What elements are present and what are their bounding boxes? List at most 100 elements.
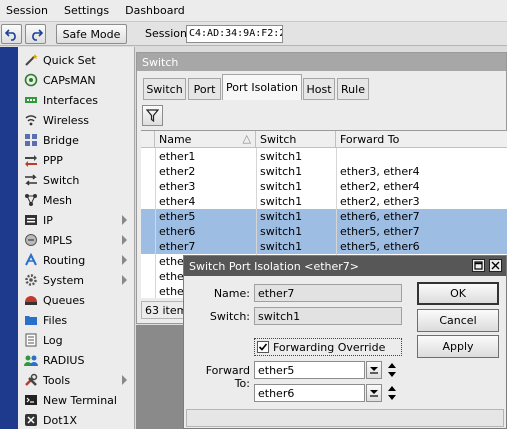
filter-button[interactable] (142, 105, 163, 126)
sidebar-item-log[interactable]: Log (18, 330, 135, 350)
mesh-icon (23, 192, 39, 208)
table-cell-name: ether2 (159, 165, 196, 178)
sidebar-item-switch[interactable]: Switch (18, 170, 135, 190)
table-cell-forward-to: ether2, ether3 (340, 195, 420, 208)
session-field[interactable]: C4:AD:34:9A:F2:26 (186, 25, 283, 43)
forward-to-dropdown-button-1[interactable] (366, 361, 382, 379)
switch-label: Switch: (209, 310, 250, 323)
table-cell-switch: switch1 (260, 180, 303, 193)
submenu-arrow-icon (122, 255, 127, 265)
tab-label: Host (306, 82, 332, 96)
tab-port[interactable]: Port (188, 78, 221, 100)
sidebar-item-label: Queues (43, 293, 85, 307)
table-cell-forward-to (336, 149, 507, 164)
switch-icon (23, 172, 39, 188)
button-label: Cancel (439, 314, 477, 327)
tab-switch[interactable]: Switch (143, 78, 186, 100)
sidebar-item-interfaces[interactable]: Interfaces (18, 90, 135, 110)
apply-button[interactable]: Apply (417, 335, 499, 358)
undo-button[interactable] (1, 24, 22, 44)
safe-mode-button[interactable]: Safe Mode (56, 24, 127, 44)
menu-settings[interactable]: Settings (64, 4, 109, 17)
sidebar: Quick Set CAPsMAN Interfaces Wireless Br… (18, 47, 135, 429)
up-down-arrows-icon (388, 386, 396, 400)
sidebar-item-label: Quick Set (43, 53, 96, 67)
forward-to-label: Forward To: (205, 364, 250, 390)
sidebar-item-label: Bridge (43, 133, 79, 147)
forward-to-select-1[interactable]: ether5 (254, 361, 365, 379)
column-header-forward-to[interactable]: Forward To (336, 131, 507, 148)
sidebar-item-new-terminal[interactable]: New Terminal (18, 390, 135, 410)
dialog-title-text: Switch Port Isolation <ether7> (189, 260, 360, 273)
switch-field: switch1 (254, 307, 402, 325)
dialog-title: Switch Port Isolation <ether7> (184, 256, 506, 276)
sidebar-item-system[interactable]: System (18, 270, 135, 290)
forward-to-dropdown-button-2[interactable] (366, 384, 382, 402)
table-row[interactable]: ether1 switch1 (141, 149, 507, 164)
forward-to-updown-1[interactable] (386, 361, 398, 379)
column-header-switch[interactable]: Switch (256, 131, 336, 148)
table-row[interactable]: ether5 switch1 ether6, ether7 (141, 209, 507, 224)
sidebar-item-ip[interactable]: IP (18, 210, 135, 230)
sidebar-item-label: PPP (43, 153, 63, 167)
table-cell-forward-to: ether5, ether6 (340, 240, 420, 253)
forwarding-override-checkbox[interactable]: Forwarding Override (254, 338, 402, 356)
filter-icon (146, 109, 159, 122)
column-divider (155, 148, 156, 298)
sidebar-item-tools[interactable]: Tools (18, 370, 135, 390)
sidebar-item-quick-set[interactable]: Quick Set (18, 50, 135, 70)
sidebar-item-routing[interactable]: Routing (18, 250, 135, 270)
tools-icon (23, 372, 39, 388)
ppp-icon (23, 152, 39, 168)
tab-port-isolation[interactable]: Port Isolation (222, 74, 302, 100)
close-button[interactable] (489, 259, 502, 272)
table-cell-name: ether6 (159, 225, 196, 238)
capsman-icon (23, 72, 39, 88)
sidebar-item-radius[interactable]: RADIUS (18, 350, 135, 370)
maximize-button[interactable] (472, 259, 485, 272)
menu-dashboard[interactable]: Dashboard (125, 4, 185, 17)
sidebar-item-mesh[interactable]: Mesh (18, 190, 135, 210)
log-icon (23, 332, 39, 348)
tab-rule[interactable]: Rule (337, 78, 369, 100)
sidebar-item-queues[interactable]: Queues (18, 290, 135, 310)
table-row[interactable]: ether4 switch1 ether2, ether3 (141, 194, 507, 209)
table-cell-name: ether3 (159, 180, 196, 193)
sidebar-item-dot1x[interactable]: Dot1X (18, 410, 135, 429)
forward-to-updown-2[interactable] (386, 384, 398, 402)
cancel-button[interactable]: Cancel (417, 309, 499, 332)
switch-window-title: Switch (137, 53, 506, 71)
sidebar-item-bridge[interactable]: Bridge (18, 130, 135, 150)
sidebar-item-label: Log (43, 333, 63, 347)
sidebar-item-capsman[interactable]: CAPsMAN (18, 70, 135, 90)
forward-to-select-2[interactable]: ether6 (254, 384, 365, 402)
sidebar-item-files[interactable]: Files (18, 310, 135, 330)
menu-session[interactable]: Session (6, 4, 48, 17)
dot1x-icon (23, 412, 39, 428)
dropdown-arrow-icon (370, 367, 378, 374)
sidebar-brand-strip (0, 47, 18, 429)
bridge-icon (23, 132, 39, 148)
column-header-name[interactable]: Name △ (155, 131, 256, 148)
ok-button[interactable]: OK (417, 282, 499, 305)
redo-button[interactable] (25, 24, 46, 44)
tab-host[interactable]: Host (303, 78, 335, 100)
checkbox-box (257, 341, 269, 353)
table-cell-switch: switch1 (260, 225, 303, 238)
table-row[interactable]: ether6 switch1 ether5, ether7 (141, 224, 507, 239)
sidebar-item-wireless[interactable]: Wireless (18, 110, 135, 130)
tab-label: Port Isolation (226, 81, 298, 94)
button-label: OK (450, 287, 466, 300)
sidebar-item-ppp[interactable]: PPP (18, 150, 135, 170)
table-row[interactable]: ether2 switch1 ether3, ether4 (141, 164, 507, 179)
table-cell-switch: switch1 (260, 195, 303, 208)
sidebar-item-mpls[interactable]: MPLS (18, 230, 135, 250)
table-row[interactable]: ether7 switch1 ether5, ether6 (141, 239, 507, 254)
table-row[interactable]: ether3 switch1 ether2, ether4 (141, 179, 507, 194)
session-label: Session: (145, 27, 191, 40)
sidebar-item-label: RADIUS (43, 353, 85, 367)
column-header-label: Switch (260, 133, 297, 146)
dialog-status-bar (186, 409, 504, 427)
submenu-arrow-icon (122, 235, 127, 245)
files-icon (23, 312, 39, 328)
